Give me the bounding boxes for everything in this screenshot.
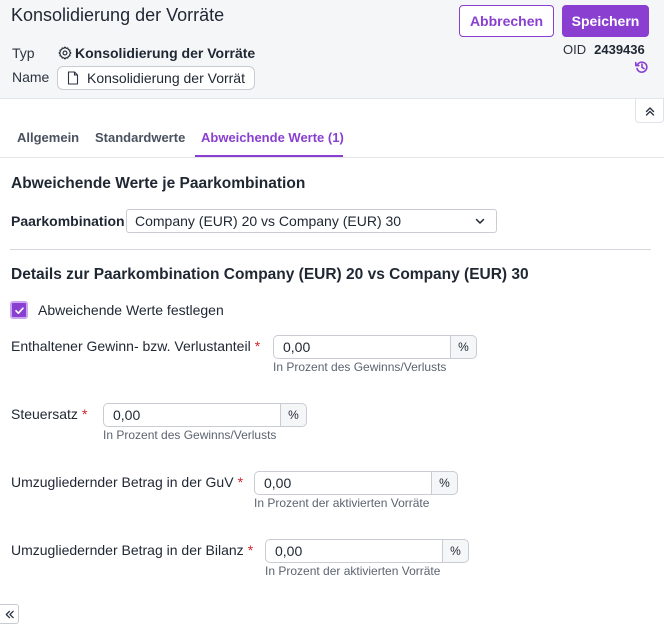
reclass-bs-field: 0,00 % (265, 539, 469, 563)
oid-value: 2439436 (594, 42, 645, 57)
chevron-down-icon (475, 218, 485, 224)
tab-abweichende-werte[interactable]: Abweichende Werte (1) (201, 130, 344, 145)
pair-select-value: Company (EUR) 20 vs Company (EUR) 30 (135, 213, 402, 229)
history-icon[interactable] (634, 59, 650, 75)
tab-bar: Allgemein Standardwerte Abweichende Wert… (0, 124, 664, 158)
tax-rate-label: Steuersatz * (11, 406, 87, 422)
profit-share-label-text: Enthaltener Gewinn- bzw. Verlustanteil (11, 338, 251, 354)
name-chip[interactable]: Konsolidierung der Vorrät (57, 66, 255, 90)
collapse-header-button[interactable] (635, 99, 664, 123)
section-title-pair-values: Abweichende Werte je Paarkombination (11, 175, 306, 192)
record-header: Konsolidierung der Vorräte Typ Konsolidi… (0, 0, 664, 99)
percent-unit: % (450, 335, 477, 359)
tab-allgemein[interactable]: Allgemein (17, 130, 79, 145)
reclass-pl-hint: In Prozent der aktivierten Vorräte (254, 496, 430, 510)
profit-share-field: 0,00 % (273, 335, 477, 359)
expand-sidebar-button[interactable] (0, 604, 19, 624)
cancel-button[interactable]: Abbrechen (459, 5, 554, 37)
required-marker: * (254, 338, 261, 354)
section-title-pair-details: Details zur Paarkombination Company (EUR… (11, 266, 529, 283)
page-title: Konsolidierung der Vorräte (11, 5, 225, 25)
section-divider (10, 249, 651, 250)
name-value: Konsolidierung der Vorrät (87, 70, 245, 86)
oid-label: OID (563, 42, 587, 57)
check-icon (14, 306, 24, 314)
tax-rate-field: 0,00 % (103, 403, 307, 427)
tax-rate-hint: In Prozent des Gewinns/Verlusts (103, 428, 277, 442)
chevron-left-double-icon (5, 610, 14, 618)
profit-share-label: Enthaltener Gewinn- bzw. Verlustanteil * (11, 338, 260, 354)
name-label: Name (12, 69, 50, 85)
reclass-pl-field: 0,00 % (254, 471, 458, 495)
type-value: Konsolidierung der Vorräte (58, 45, 255, 61)
reclass-pl-label-text: Umzugliedernder Betrag in der GuV (11, 474, 234, 490)
document-icon (67, 71, 79, 85)
type-value-text: Konsolidierung der Vorräte (75, 45, 256, 61)
deviating-values-checkbox[interactable] (10, 301, 28, 319)
reclass-bs-input[interactable]: 0,00 (265, 539, 442, 563)
profit-share-hint: In Prozent des Gewinns/Verlusts (273, 360, 447, 374)
percent-unit: % (431, 471, 458, 495)
required-marker: * (81, 406, 88, 422)
required-marker: * (247, 542, 254, 558)
percent-unit: % (280, 403, 307, 427)
required-marker: * (237, 474, 244, 490)
settings-cog-icon (58, 46, 72, 60)
deviating-values-checkbox-label: Abweichende Werte festlegen (38, 302, 224, 318)
chevron-up-double-icon (645, 106, 654, 116)
tax-rate-input[interactable]: 0,00 (103, 403, 280, 427)
percent-unit: % (442, 539, 469, 563)
profit-share-input[interactable]: 0,00 (273, 335, 450, 359)
tax-rate-label-text: Steuersatz (11, 406, 78, 422)
active-tab-indicator (195, 155, 343, 157)
type-label: Typ (12, 45, 35, 61)
pair-label: Paarkombination (11, 213, 125, 229)
reclass-pl-input[interactable]: 0,00 (254, 471, 431, 495)
reclass-pl-label: Umzugliedernder Betrag in der GuV * (11, 474, 243, 490)
pair-select[interactable]: Company (EUR) 20 vs Company (EUR) 30 (126, 209, 497, 233)
reclass-bs-hint: In Prozent der aktivierten Vorräte (265, 564, 441, 578)
tab-standardwerte[interactable]: Standardwerte (95, 130, 185, 145)
oid: OID 2439436 (563, 42, 645, 57)
save-button[interactable]: Speichern (562, 5, 649, 37)
reclass-bs-label: Umzugliedernder Betrag in der Bilanz * (11, 542, 253, 558)
reclass-bs-label-text: Umzugliedernder Betrag in der Bilanz (11, 542, 244, 558)
